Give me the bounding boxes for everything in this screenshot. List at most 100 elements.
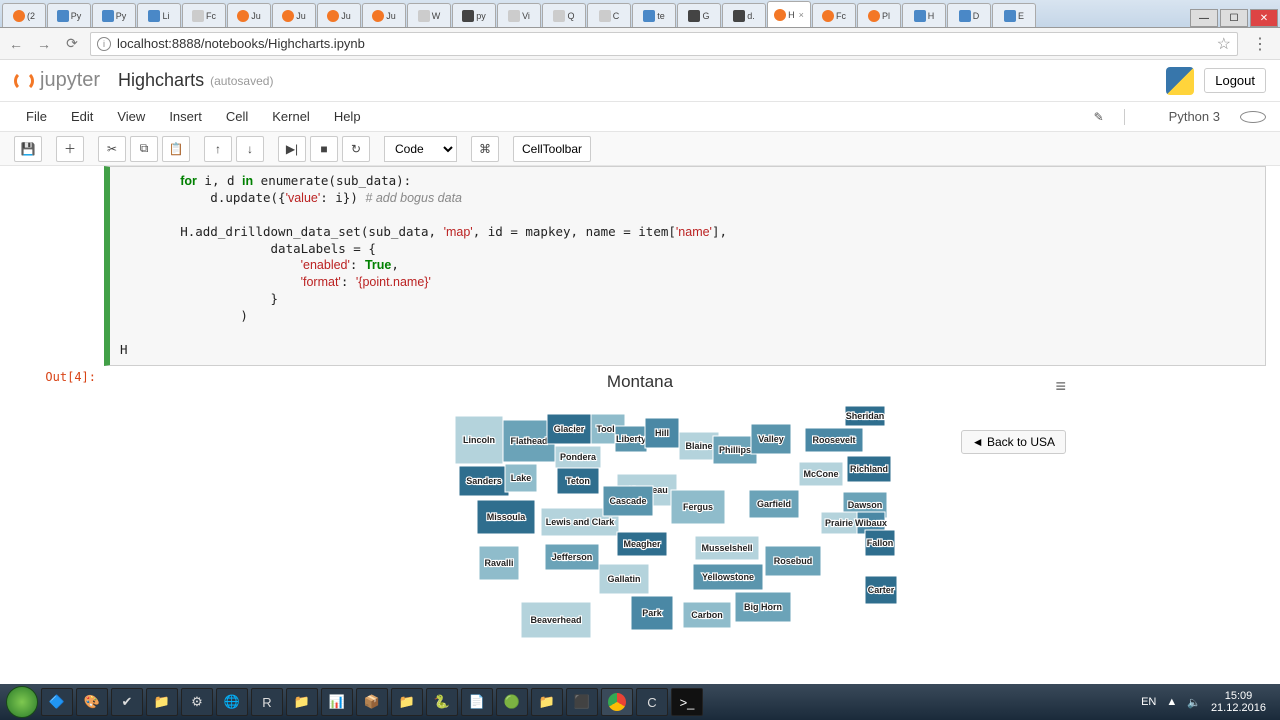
county-park[interactable]	[631, 596, 673, 630]
tab[interactable]: Py	[47, 3, 91, 27]
tab[interactable]: D	[947, 3, 991, 27]
county-teton[interactable]	[557, 468, 599, 494]
tab[interactable]: Li	[137, 3, 181, 27]
county-missoula[interactable]	[477, 500, 535, 534]
reload-button[interactable]: ⟳	[62, 34, 82, 54]
county-mccone[interactable]	[799, 462, 843, 486]
taskbar-icon[interactable]: 📁	[531, 688, 563, 716]
taskbar-icon[interactable]: 🟢	[496, 688, 528, 716]
cut-button[interactable]: ✂	[98, 136, 126, 162]
county-gallatin[interactable]	[599, 564, 649, 594]
logout-button[interactable]: Logout	[1204, 68, 1266, 93]
county-lake[interactable]	[505, 464, 537, 492]
tray-flag-icon[interactable]: ▲	[1166, 696, 1177, 708]
menu-insert[interactable]: Insert	[157, 109, 214, 124]
tab[interactable]: d.	[722, 3, 766, 27]
taskbar-chrome-icon[interactable]	[601, 688, 633, 716]
county-yellowstone[interactable]	[693, 564, 763, 590]
taskbar-icon[interactable]: C	[636, 688, 668, 716]
county-sanders[interactable]	[459, 466, 509, 496]
tab[interactable]: Vi	[497, 3, 541, 27]
url-input[interactable]: i localhost:8888/notebooks/Highcharts.ip…	[90, 32, 1238, 56]
tab[interactable]: Ju	[317, 3, 361, 27]
taskbar-icon[interactable]: 📁	[286, 688, 318, 716]
county-meagher[interactable]	[617, 532, 667, 556]
run-button[interactable]: ▶|	[278, 136, 306, 162]
tray-clock[interactable]: 15:09 21.12.2016	[1211, 690, 1274, 714]
menu-help[interactable]: Help	[322, 109, 373, 124]
tab[interactable]: py	[452, 3, 496, 27]
add-cell-button[interactable]: ＋	[56, 136, 84, 162]
taskbar-icon[interactable]: 🎨	[76, 688, 108, 716]
county-sheridan[interactable]	[845, 406, 885, 426]
start-button[interactable]	[6, 686, 38, 718]
restart-button[interactable]: ↻	[342, 136, 370, 162]
county-richland[interactable]	[847, 456, 891, 482]
county-roosevelt[interactable]	[805, 428, 863, 452]
county-carter[interactable]	[865, 576, 897, 604]
county-pondera[interactable]	[555, 446, 601, 468]
bookmark-icon[interactable]: ☆	[1217, 34, 1231, 54]
county-jefferson[interactable]	[545, 544, 599, 570]
tab[interactable]: E	[992, 3, 1036, 27]
copy-button[interactable]: ⧉	[130, 136, 158, 162]
menu-edit[interactable]: Edit	[59, 109, 105, 124]
menu-file[interactable]: File	[14, 109, 59, 124]
jupyter-logo[interactable]: jupyter	[14, 69, 100, 92]
tab[interactable]: G	[677, 3, 721, 27]
menu-kernel[interactable]: Kernel	[260, 109, 322, 124]
taskbar-icon[interactable]: ⚙	[181, 688, 213, 716]
tab[interactable]: (2	[2, 3, 46, 27]
site-info-icon[interactable]: i	[97, 37, 111, 51]
tray-net-icon[interactable]: 🔈	[1187, 696, 1201, 709]
taskbar-icon[interactable]: 🐍	[426, 688, 458, 716]
county-ravalli[interactable]	[479, 546, 519, 580]
tab[interactable]: Ju	[227, 3, 271, 27]
move-down-button[interactable]: ↓	[236, 136, 264, 162]
taskbar-icon[interactable]: 📁	[391, 688, 423, 716]
menu-cell[interactable]: Cell	[214, 109, 260, 124]
montana-map[interactable]: LincolnFlatheadGlacierTooleLibertyHillBl…	[445, 396, 925, 684]
county-liberty[interactable]	[615, 426, 647, 452]
tab[interactable]: H	[902, 3, 946, 27]
taskbar-cmd-icon[interactable]: >_	[671, 688, 703, 716]
tab[interactable]: C	[587, 3, 631, 27]
county-carbon[interactable]	[683, 602, 731, 628]
county-beaverhead[interactable]	[521, 602, 591, 638]
celltoolbar-button[interactable]: CellToolbar	[513, 136, 591, 162]
forward-button[interactable]: →	[34, 34, 54, 54]
taskbar-icon[interactable]: ✔	[111, 688, 143, 716]
tab[interactable]: Fc	[182, 3, 226, 27]
county-hill[interactable]	[645, 418, 679, 448]
window-maximize[interactable]: ☐	[1220, 9, 1248, 27]
paste-button[interactable]: 📋	[162, 136, 190, 162]
taskbar-icon[interactable]: ⬛	[566, 688, 598, 716]
county-phillips[interactable]	[713, 436, 757, 464]
county-fergus[interactable]	[671, 490, 725, 524]
tab[interactable]: Py	[92, 3, 136, 27]
tab[interactable]: Ju	[362, 3, 406, 27]
tab-active[interactable]: H×	[767, 1, 811, 27]
county-musselshell[interactable]	[695, 536, 759, 560]
taskbar-icon[interactable]: 🔷	[41, 688, 73, 716]
edit-icon[interactable]: ✎	[1082, 110, 1116, 124]
tab[interactable]: Pl	[857, 3, 901, 27]
taskbar-icon[interactable]: 🌐	[216, 688, 248, 716]
tab[interactable]: W	[407, 3, 451, 27]
county-big-horn[interactable]	[735, 592, 791, 622]
tab[interactable]: Ju	[272, 3, 316, 27]
tab[interactable]: Fc	[812, 3, 856, 27]
taskbar-icon[interactable]: 📄	[461, 688, 493, 716]
county-garfield[interactable]	[749, 490, 799, 518]
chart-menu-icon[interactable]: ≡	[1055, 376, 1066, 397]
menu-view[interactable]: View	[105, 109, 157, 124]
back-button[interactable]: ←	[6, 34, 26, 54]
county-glacier[interactable]	[547, 414, 591, 444]
taskbar-icon[interactable]: 📊	[321, 688, 353, 716]
taskbar-icon[interactable]: 📁	[146, 688, 178, 716]
move-up-button[interactable]: ↑	[204, 136, 232, 162]
back-to-usa-button[interactable]: ◄ Back to USA	[961, 430, 1066, 454]
taskbar-icon[interactable]: 📦	[356, 688, 388, 716]
code-cell[interactable]: for i, d in enumerate(sub_data): d.updat…	[14, 166, 1266, 366]
tab[interactable]: Q	[542, 3, 586, 27]
